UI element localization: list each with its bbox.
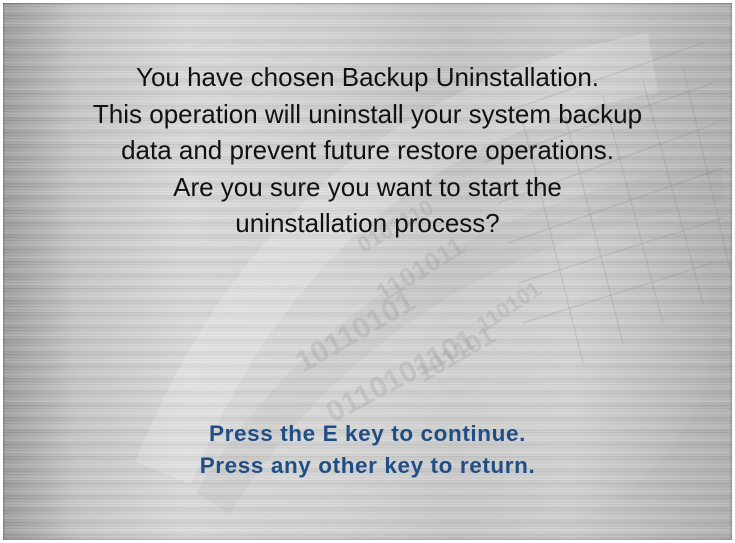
message-line-5: uninstallation process? — [235, 208, 500, 238]
svg-text:101101: 101101 — [411, 320, 500, 389]
key-prompts: Press the E key to continue. Press any o… — [3, 418, 732, 482]
continue-prompt: Press the E key to continue. — [209, 421, 526, 446]
svg-text:110101: 110101 — [472, 276, 546, 337]
message-line-1: You have chosen Backup Uninstallation. — [135, 62, 600, 92]
message-line-2: This operation will uninstall your syste… — [92, 98, 643, 129]
return-prompt: Press any other key to return. — [199, 453, 536, 478]
message-line-3: data and prevent future restore operatio… — [121, 135, 614, 165]
svg-text:1101011: 1101011 — [370, 231, 469, 309]
uninstall-message: You have chosen Backup Uninstallation. T… — [3, 59, 732, 242]
message-line-4: Are you sure you want to start the — [173, 171, 562, 202]
backup-uninstall-screen: 0101110 1101011 10110101 0110101101 1011… — [3, 3, 732, 540]
svg-text:10110101: 10110101 — [290, 285, 421, 379]
svg-text:0110101101: 0110101101 — [321, 323, 481, 429]
